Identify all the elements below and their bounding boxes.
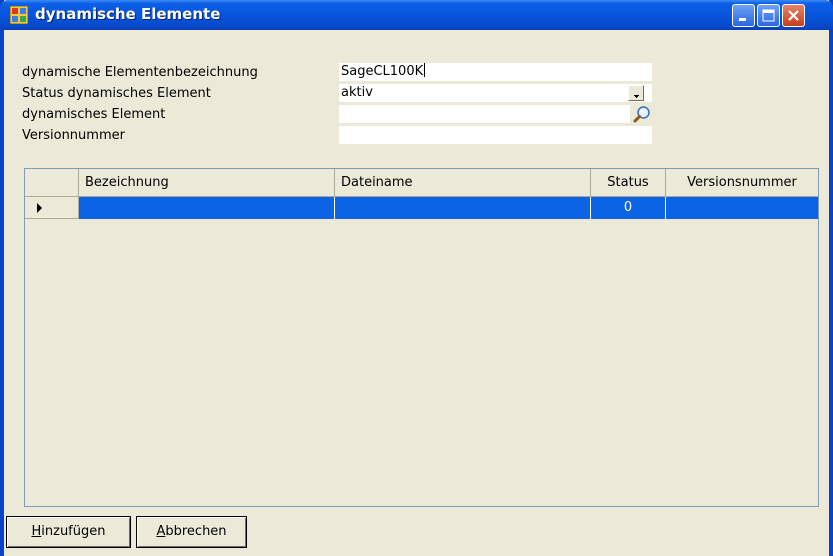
add-button-label: inzufügen [41, 524, 106, 539]
column-header-versionsnummer[interactable]: Versionsnummer [666, 169, 818, 197]
elements-grid[interactable]: Bezeichnung Dateiname Status Versionsnum… [24, 168, 819, 507]
window: dynamische Elemente dynamische Elementen… [0, 0, 833, 556]
column-header-status[interactable]: Status [591, 169, 666, 197]
label-version-number: Versionnummer [22, 128, 125, 143]
cancel-button-label: bbrechen [165, 524, 227, 539]
maximize-icon [762, 9, 775, 22]
add-button-mnemonic: H [31, 524, 42, 539]
element-status-value: aktiv [341, 85, 373, 100]
cell-bezeichnung[interactable] [79, 197, 335, 219]
add-button[interactable]: Hinzufügen [6, 516, 131, 548]
cancel-button[interactable]: Abbrechen [136, 516, 247, 548]
close-button[interactable] [782, 4, 805, 27]
column-header-dateiname[interactable]: Dateiname [335, 169, 591, 197]
minimize-icon [739, 18, 746, 21]
status-dropdown-button[interactable] [628, 85, 644, 101]
grid-corner-header [25, 169, 79, 197]
version-number-input[interactable] [339, 126, 652, 144]
label-element-status: Status dynamisches Element [22, 86, 211, 101]
label-dynamic-element: dynamisches Element [22, 107, 166, 122]
element-status-select[interactable]: aktiv [339, 84, 652, 102]
label-element-name: dynamische Elementenbezeichnung [22, 65, 258, 80]
dynamic-element-input[interactable] [339, 105, 630, 123]
element-name-value: SageCL100K [341, 64, 424, 79]
column-header-bezeichnung[interactable]: Bezeichnung [79, 169, 335, 197]
magnifier-lookup-icon[interactable] [633, 105, 651, 123]
row-selector[interactable] [25, 197, 79, 219]
title-bar[interactable]: dynamische Elemente [0, 0, 833, 30]
maximize-button[interactable] [757, 4, 780, 27]
cell-versionsnummer[interactable] [666, 197, 818, 219]
chevron-down-icon [634, 95, 639, 98]
window-title: dynamische Elemente [35, 5, 221, 23]
current-row-arrow-icon [37, 203, 42, 213]
minimize-button[interactable] [732, 4, 755, 27]
cell-dateiname[interactable] [335, 197, 591, 219]
cell-status[interactable]: 0 [591, 197, 666, 219]
close-icon [788, 10, 799, 21]
text-cursor [424, 63, 426, 77]
app-icon [10, 6, 28, 24]
element-name-input[interactable]: SageCL100K [339, 63, 652, 81]
